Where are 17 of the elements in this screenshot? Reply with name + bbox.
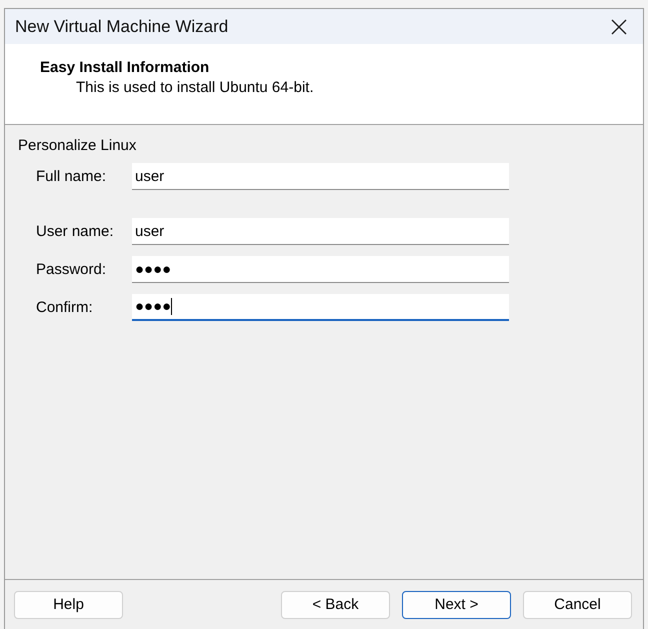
field-label: Confirm:: [35, 299, 94, 316]
wizard-button[interactable]: Cancel: [523, 590, 632, 618]
wizard-button[interactable]: < Back: [281, 590, 390, 618]
input-field[interactable]: ●●●●: [132, 256, 509, 283]
field-label: Password:: [35, 261, 108, 278]
wizard-button[interactable]: Help: [14, 590, 123, 618]
field-label: Full name:: [35, 168, 108, 185]
header-subtitle: This is used to install Ubuntu 64-bit.: [75, 79, 315, 96]
input-field[interactable]: ●●●●: [132, 294, 509, 321]
header-title: Easy Install Information: [40, 59, 210, 76]
input-field[interactable]: user: [132, 218, 509, 245]
input-field[interactable]: user: [132, 163, 509, 190]
close-icon[interactable]: [611, 18, 627, 34]
window-title: New Virtual Machine Wizard: [15, 16, 228, 36]
group-label: Personalize Linux: [18, 137, 138, 154]
wizard-button[interactable]: Next >: [402, 590, 511, 618]
field-label: User name:: [35, 223, 115, 240]
